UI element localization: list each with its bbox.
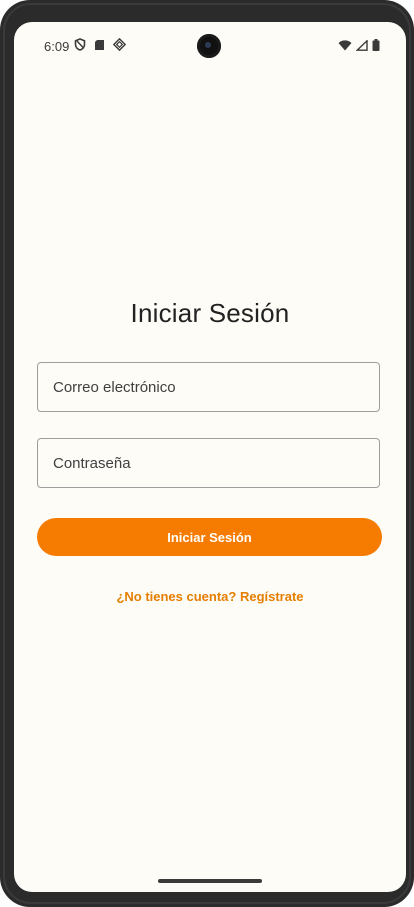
status-time: 6:09 xyxy=(44,39,70,54)
home-indicator[interactable] xyxy=(158,879,262,883)
battery-icon xyxy=(372,39,380,51)
page-title: Iniciar Sesión xyxy=(130,298,290,328)
email-field[interactable] xyxy=(37,362,380,412)
register-link[interactable]: ¿No tienes cuenta? Regístrate xyxy=(14,589,406,604)
sd-card-icon xyxy=(94,39,105,51)
password-field[interactable] xyxy=(37,438,380,488)
shield-icon xyxy=(74,38,86,51)
front-camera xyxy=(197,34,221,58)
login-button[interactable]: Iniciar Sesión xyxy=(37,518,382,556)
status-bar: 6:09 xyxy=(14,22,406,70)
assistant-icon xyxy=(113,38,126,51)
cell-signal-icon xyxy=(356,39,368,51)
wifi-icon xyxy=(338,39,352,51)
password-input[interactable] xyxy=(38,439,379,487)
status-icons-left xyxy=(74,38,126,51)
device-frame: 6:09 Iniciar Sesión Correo electrónico I… xyxy=(0,0,414,907)
app-screen: 6:09 Iniciar Sesión Correo electrónico I… xyxy=(14,22,406,892)
status-icons-right xyxy=(338,39,380,51)
email-input[interactable] xyxy=(38,363,379,411)
